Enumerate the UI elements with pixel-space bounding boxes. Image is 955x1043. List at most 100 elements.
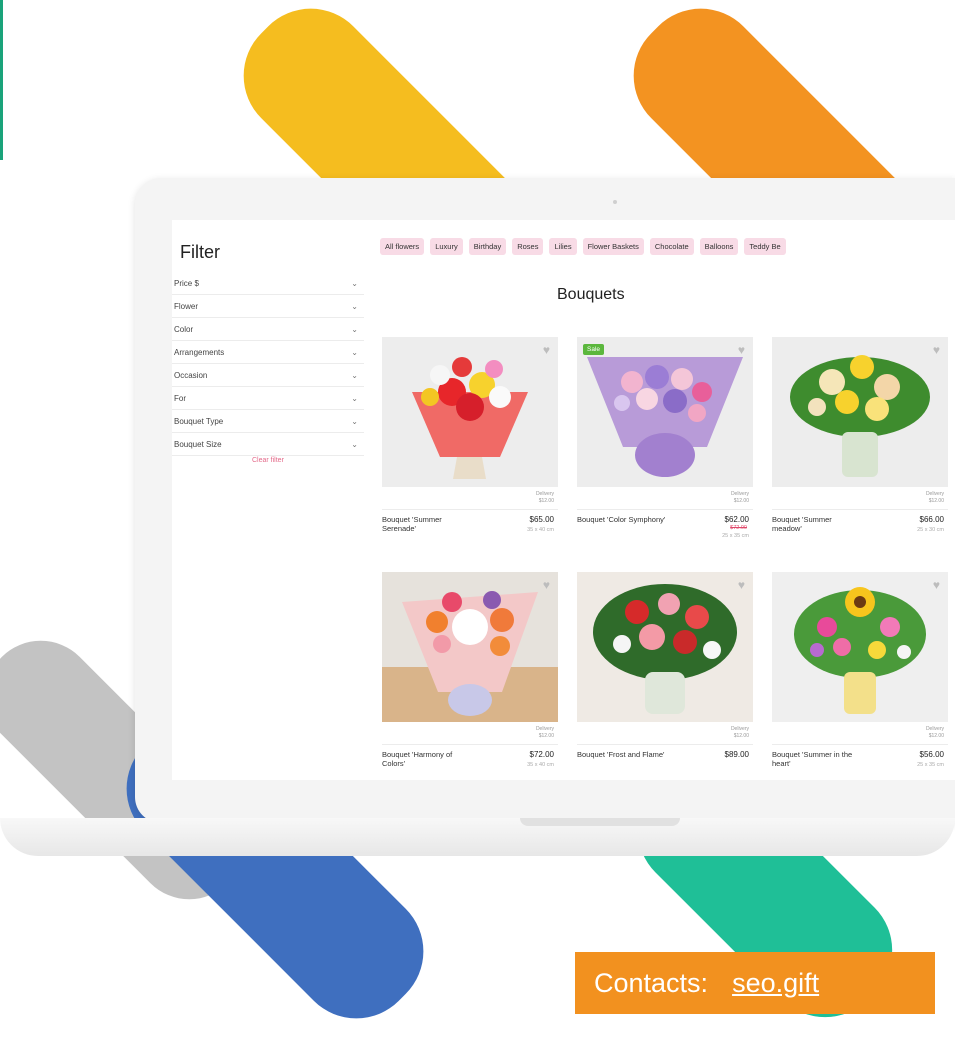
delivery-price: $12.00: [538, 733, 554, 739]
tag-chocolate[interactable]: Chocolate: [649, 238, 694, 255]
filter-color[interactable]: Color ⌄: [172, 318, 364, 341]
chevron-down-icon: ⌄: [351, 370, 358, 380]
chevron-down-icon: ⌄: [351, 347, 358, 357]
bouquet-illustration: [577, 572, 753, 722]
product-card[interactable]: ♥ Delivery $12.00 Bouquet 'Harmony of Col…: [382, 572, 558, 780]
delivery-price: $12.00: [733, 498, 749, 504]
heart-icon[interactable]: ♥: [543, 578, 550, 592]
tag-birthday[interactable]: Birthday: [468, 238, 507, 255]
product-price: $56.00: [919, 750, 944, 759]
delivery-price: $12.00: [928, 733, 944, 739]
filter-bouquet-size[interactable]: Bouquet Size ⌄: [172, 433, 364, 456]
contact-banner: Contacts: seo.gift: [575, 952, 935, 1014]
delivery-info: Delivery $12.00: [864, 491, 944, 505]
product-image[interactable]: ♥: [382, 572, 558, 722]
tag-lilies[interactable]: Lilies: [549, 238, 577, 255]
product-image[interactable]: ♥: [577, 572, 753, 722]
tag-roses[interactable]: Roses: [512, 238, 544, 255]
product-size: 25 x 30 cm: [917, 527, 944, 533]
bouquet-illustration: [772, 572, 948, 722]
product-name[interactable]: Bouquet 'Summer in the heart': [772, 750, 862, 768]
product-card[interactable]: Sale ♥ Delivery $12.00 Bouquet 'Color Sym…: [577, 337, 753, 547]
product-image[interactable]: Sale ♥: [577, 337, 753, 487]
filter-occasion[interactable]: Occasion ⌄: [172, 364, 364, 387]
product-price: $89.00: [724, 750, 749, 759]
heart-icon[interactable]: ♥: [738, 578, 745, 592]
delivery-label: Delivery: [730, 491, 749, 497]
delivery-label: Delivery: [925, 726, 944, 732]
filter-arrangements[interactable]: Arrangements ⌄: [172, 341, 364, 364]
filter-label: Flower: [174, 301, 199, 311]
product-name[interactable]: Bouquet 'Frost and Flame': [577, 750, 697, 759]
tag-flower-baskets[interactable]: Flower Baskets: [582, 238, 644, 255]
laptop-screen: Filter Price $ ⌄ Flower ⌄ Color ⌄ Arrangeme…: [172, 220, 955, 780]
delivery-price: $12.00: [928, 498, 944, 504]
product-name[interactable]: Bouquet 'Summer Serenade': [382, 515, 472, 533]
delivery-price: $12.00: [538, 498, 554, 504]
chevron-down-icon: ⌄: [351, 393, 358, 403]
heart-icon[interactable]: ♥: [933, 343, 940, 357]
filter-for[interactable]: For ⌄: [172, 387, 364, 410]
delivery-info: Delivery $12.00: [864, 726, 944, 740]
delivery-label: Delivery: [730, 726, 749, 732]
filter-price[interactable]: Price $ ⌄: [172, 272, 364, 295]
delivery-price: $12.00: [733, 733, 749, 739]
divider: [772, 744, 948, 745]
filter-label: Arrangements: [174, 347, 225, 357]
chevron-down-icon: ⌄: [351, 278, 358, 288]
product-card[interactable]: ♥ Delivery $12.00 Bouquet 'Summer meadow'…: [772, 337, 948, 547]
divider: [772, 509, 948, 510]
filter-title: Filter: [180, 242, 220, 262]
delivery-label: Delivery: [925, 491, 944, 497]
tag-all-flowers[interactable]: All flowers: [380, 238, 425, 255]
laptop-base: [0, 818, 955, 856]
product-card[interactable]: ♥ Delivery $12.00 Bouquet 'Frost and Flam…: [577, 572, 753, 780]
tag-teddy-bears[interactable]: Teddy Be: [744, 238, 786, 255]
bouquet-illustration: [577, 337, 753, 487]
chevron-down-icon: ⌄: [351, 439, 358, 449]
delivery-info: Delivery $12.00: [474, 491, 554, 505]
delivery-label: Delivery: [535, 491, 554, 497]
heart-icon[interactable]: ♥: [543, 343, 550, 357]
product-price: $62.00: [724, 515, 749, 524]
product-name[interactable]: Bouquet 'Summer meadow': [772, 515, 862, 533]
filter-label: Price $: [174, 278, 199, 288]
bouquet-illustration: [382, 337, 558, 487]
bouquet-illustration: [772, 337, 948, 487]
heart-icon[interactable]: ♥: [738, 343, 745, 357]
filter-label: Bouquet Type: [174, 416, 224, 426]
filter-flower[interactable]: Flower ⌄: [172, 295, 364, 318]
contact-link[interactable]: seo.gift: [732, 968, 819, 999]
filter-bouquet-type[interactable]: Bouquet Type ⌄: [172, 410, 364, 433]
contact-label: Contacts:: [594, 967, 709, 998]
delivery-info: Delivery $12.00: [669, 491, 749, 505]
product-image[interactable]: ♥: [772, 337, 948, 487]
heart-icon[interactable]: ♥: [933, 578, 940, 592]
product-name[interactable]: Bouquet 'Harmony of Colors': [382, 750, 472, 768]
filter-list: Price $ ⌄ Flower ⌄ Color ⌄ Arrangements ⌄ Oc…: [172, 272, 364, 456]
clear-filter-link[interactable]: Clear filter: [252, 457, 284, 464]
filter-label: Bouquet Size: [174, 439, 222, 449]
product-card[interactable]: ♥ Delivery $12.00 Bouquet 'Summer Serenad…: [382, 337, 558, 547]
product-image[interactable]: ♥: [382, 337, 558, 487]
accent-line: [0, 0, 3, 160]
product-size: 25 x 35 cm: [917, 762, 944, 768]
tag-luxury[interactable]: Luxury: [430, 238, 463, 255]
divider: [382, 509, 558, 510]
product-card[interactable]: ♥ Delivery $12.00 Bouquet 'Summer in the …: [772, 572, 948, 780]
chevron-down-icon: ⌄: [351, 301, 358, 311]
old-price: $72.00: [730, 525, 747, 531]
delivery-info: Delivery $12.00: [669, 726, 749, 740]
bouquet-illustration: [382, 572, 558, 722]
filter-label: Color: [174, 324, 194, 334]
product-image[interactable]: ♥: [772, 572, 948, 722]
tag-balloons[interactable]: Balloons: [699, 238, 739, 255]
divider: [577, 509, 753, 510]
product-size: 25 x 35 cm: [722, 533, 749, 539]
delivery-label: Delivery: [535, 726, 554, 732]
product-size: 35 x 40 cm: [527, 527, 554, 533]
product-name[interactable]: Bouquet 'Color Symphony': [577, 515, 667, 524]
laptop-notch: [520, 818, 680, 826]
divider: [577, 744, 753, 745]
sale-badge: Sale: [583, 344, 605, 355]
